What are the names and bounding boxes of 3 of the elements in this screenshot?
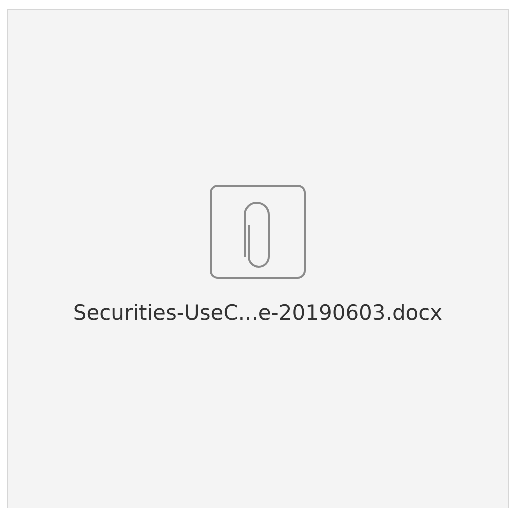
file-name: Securities-UseC...e-20190603.docx	[73, 301, 443, 325]
attachment-card[interactable]: Securities-UseC...e-20190603.docx	[7, 9, 509, 508]
paperclip-icon	[210, 185, 306, 279]
